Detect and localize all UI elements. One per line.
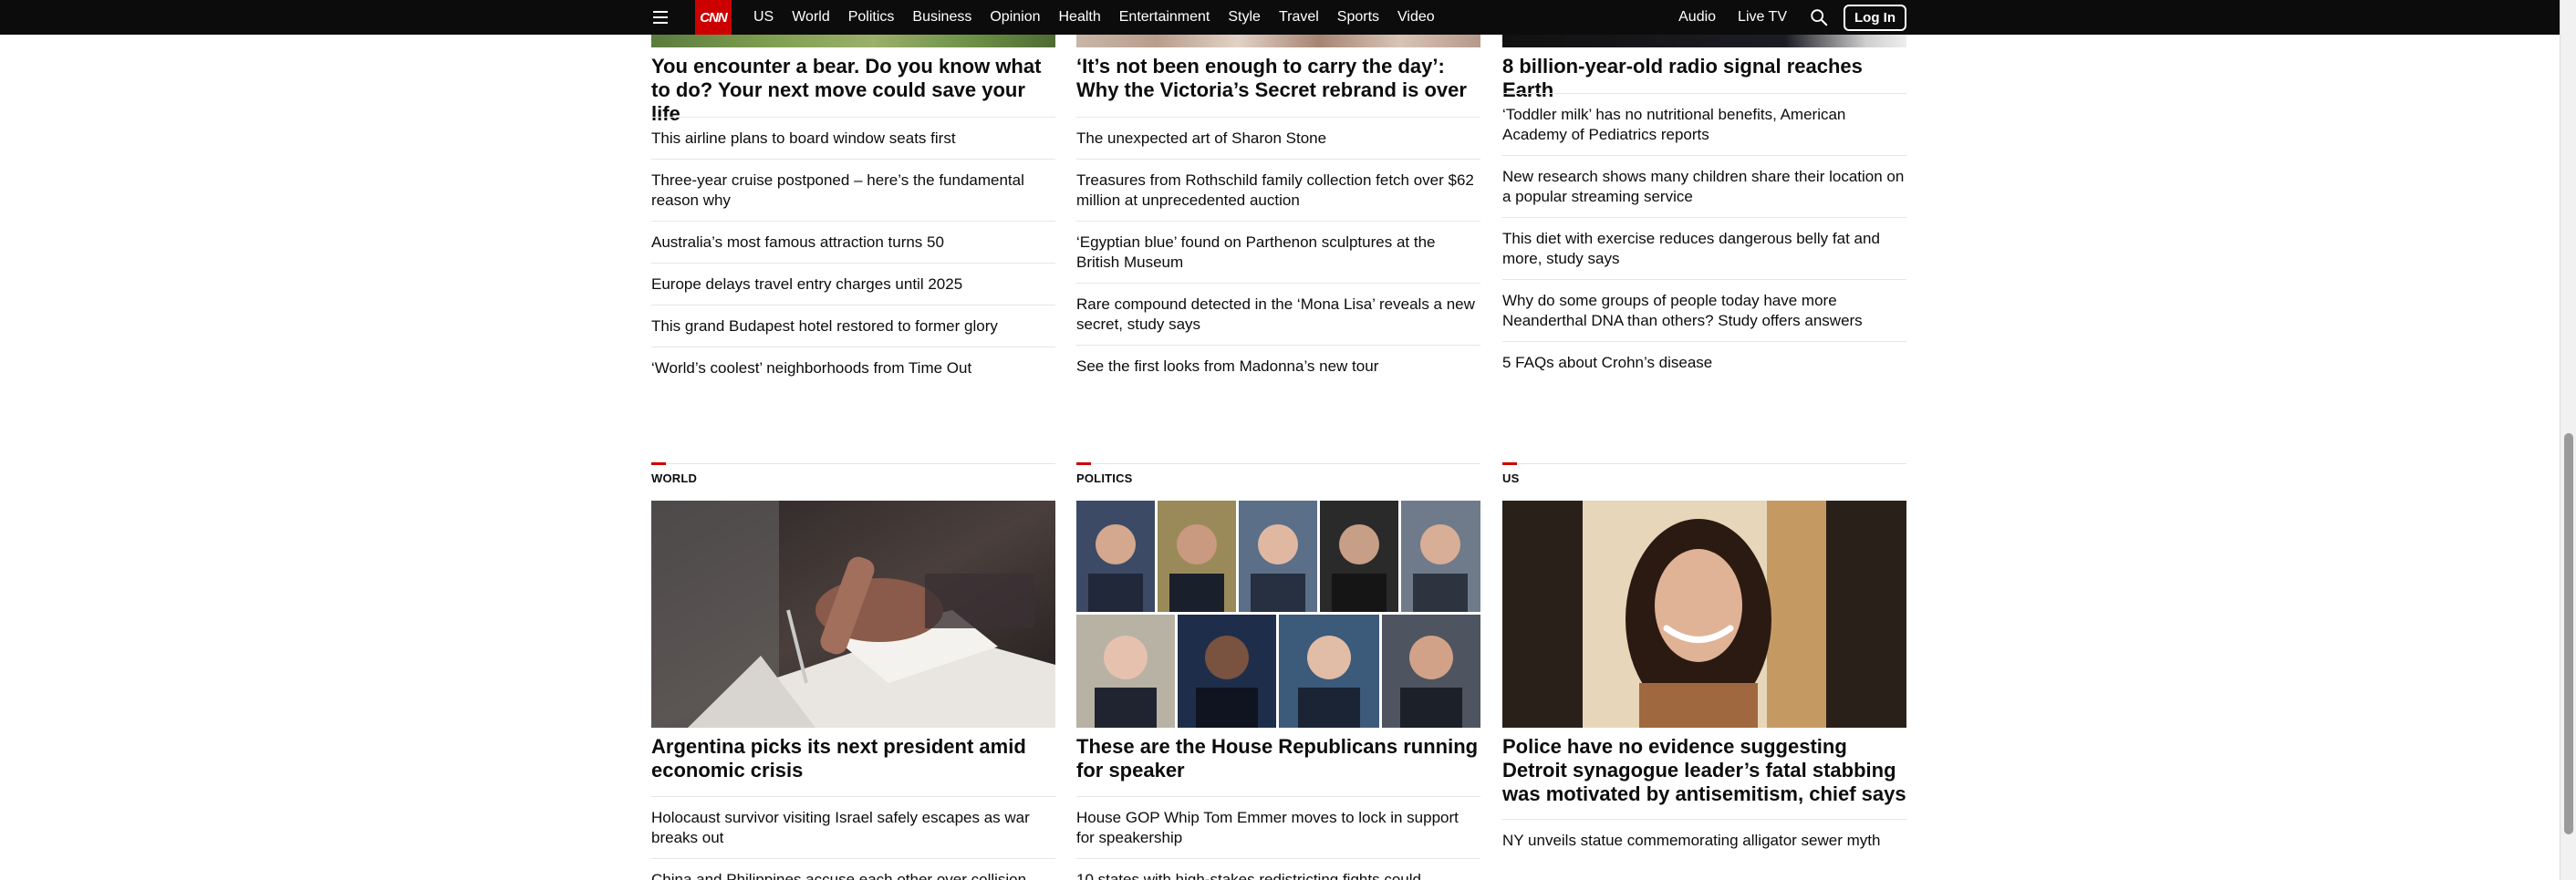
nav-right: Audio Live TV Log In (1678, 0, 1906, 35)
story-image-radio-signal[interactable] (1502, 35, 1906, 47)
nav-link-entertainment[interactable]: Entertainment (1119, 9, 1210, 26)
story-list-travel: This airline plans to board window seats… (651, 117, 1055, 388)
portrait-3 (1239, 501, 1317, 612)
portrait-2 (1158, 501, 1236, 612)
nav-link-business[interactable]: Business (912, 9, 971, 26)
story-image-detroit[interactable] (1502, 501, 1906, 728)
list-item[interactable]: Three-year cruise postponed – here’s the… (651, 159, 1055, 221)
story-list-health: ‘Toddler milk’ has no nutritional benefi… (1502, 93, 1906, 383)
list-item[interactable]: Europe delays travel entry charges until… (651, 263, 1055, 305)
portrait-4 (1320, 501, 1398, 612)
list-item[interactable]: Treasures from Rothschild family collect… (1076, 159, 1480, 221)
story-image-victorias-secret[interactable] (1076, 35, 1480, 47)
portrait-7 (1178, 615, 1276, 728)
nav-link-opinion[interactable]: Opinion (990, 9, 1040, 26)
list-item[interactable]: Why do some groups of people today have … (1502, 279, 1906, 341)
section-label-politics[interactable]: POLITICS (1076, 462, 1480, 485)
list-item[interactable]: This grand Budapest hotel restored to fo… (651, 305, 1055, 347)
portrait-photo (1502, 501, 1906, 728)
headline-house-republicans[interactable]: These are the House Republicans running … (1076, 735, 1480, 782)
section-title: US (1502, 471, 1520, 485)
list-item[interactable]: Rare compound detected in the ‘Mona Lisa… (1076, 283, 1480, 345)
menu-icon[interactable] (651, 8, 671, 26)
list-item[interactable]: NY unveils statue commemorating alligato… (1502, 819, 1906, 861)
list-item[interactable]: House GOP Whip Tom Emmer moves to lock i… (1076, 796, 1480, 858)
list-item[interactable]: This diet with exercise reduces dangerou… (1502, 217, 1906, 279)
headline-argentina[interactable]: Argentina picks its next president amid … (651, 735, 1055, 782)
story-image-house-republicans[interactable] (1076, 501, 1480, 728)
list-item[interactable]: China and Philippines accuse each other … (651, 858, 1055, 880)
section-accent (651, 462, 666, 465)
nav-link-sports[interactable]: Sports (1337, 9, 1379, 26)
section-title: WORLD (651, 471, 698, 485)
story-list-world: Holocaust survivor visiting Israel safel… (651, 796, 1055, 880)
list-item[interactable]: 5 FAQs about Crohn’s disease (1502, 341, 1906, 383)
section-accent (1502, 462, 1517, 465)
list-item[interactable]: This airline plans to board window seats… (651, 117, 1055, 159)
section-title: POLITICS (1076, 471, 1133, 485)
nav-link-politics[interactable]: Politics (848, 9, 895, 26)
list-item[interactable]: 10 states with high-stakes redistricting… (1076, 858, 1480, 880)
nav-link-world[interactable]: World (792, 9, 830, 26)
portrait-9 (1382, 615, 1480, 728)
story-image-bear[interactable] (651, 35, 1055, 47)
portrait-1 (1076, 501, 1155, 612)
republicans-photo-grid (1076, 501, 1480, 728)
section-label-us[interactable]: US (1502, 462, 1906, 485)
list-item[interactable]: ‘World’s coolest’ neighborhoods from Tim… (651, 347, 1055, 388)
headline-bear[interactable]: You encounter a bear. Do you know what t… (651, 55, 1055, 126)
portrait-6 (1076, 615, 1175, 728)
list-item[interactable]: ‘Egyptian blue’ found on Parthenon sculp… (1076, 221, 1480, 283)
portrait-5 (1401, 501, 1480, 612)
list-item[interactable]: New research shows many children share t… (1502, 155, 1906, 217)
cnn-logo[interactable]: CNN (695, 0, 732, 35)
headline-victorias-secret[interactable]: ‘It’s not been enough to carry the day’:… (1076, 55, 1480, 102)
nav-links: US World Politics Business Opinion Healt… (753, 0, 1453, 35)
list-item[interactable]: The unexpected art of Sharon Stone (1076, 117, 1480, 159)
headline-detroit[interactable]: Police have no evidence suggesting Detro… (1502, 735, 1906, 806)
nav-inner: CNN US World Politics Business Opinion H… (651, 0, 1906, 35)
nav-link-health[interactable]: Health (1059, 9, 1101, 26)
nav-link-us[interactable]: US (753, 9, 774, 26)
story-image-argentina-ballot[interactable] (651, 501, 1055, 728)
story-list-politics: House GOP Whip Tom Emmer moves to lock i… (1076, 796, 1480, 880)
portrait-8 (1279, 615, 1379, 728)
page-scrollbar[interactable] (2560, 0, 2576, 880)
list-item[interactable]: ‘Toddler milk’ has no nutritional benefi… (1502, 93, 1906, 155)
nav-link-travel[interactable]: Travel (1279, 9, 1319, 26)
list-item[interactable]: See the first looks from Madonna’s new t… (1076, 345, 1480, 387)
ballot-photo (651, 501, 1055, 728)
nav-link-video[interactable]: Video (1397, 9, 1435, 26)
search-icon[interactable] (1809, 7, 1829, 27)
nav-link-style[interactable]: Style (1228, 9, 1261, 26)
live-tv-link[interactable]: Live TV (1738, 9, 1787, 26)
scrollbar-thumb[interactable] (2564, 433, 2573, 834)
list-item[interactable]: Australia’s most famous attraction turns… (651, 221, 1055, 263)
section-accent (1076, 462, 1091, 465)
story-list-style: The unexpected art of Sharon Stone Treas… (1076, 117, 1480, 387)
list-item[interactable]: Holocaust survivor visiting Israel safel… (651, 796, 1055, 858)
section-label-world[interactable]: WORLD (651, 462, 1055, 485)
login-button[interactable]: Log In (1844, 4, 1906, 31)
audio-link[interactable]: Audio (1678, 9, 1716, 26)
story-list-us: NY unveils statue commemorating alligato… (1502, 819, 1906, 861)
top-navigation: CNN US World Politics Business Opinion H… (0, 0, 2576, 35)
